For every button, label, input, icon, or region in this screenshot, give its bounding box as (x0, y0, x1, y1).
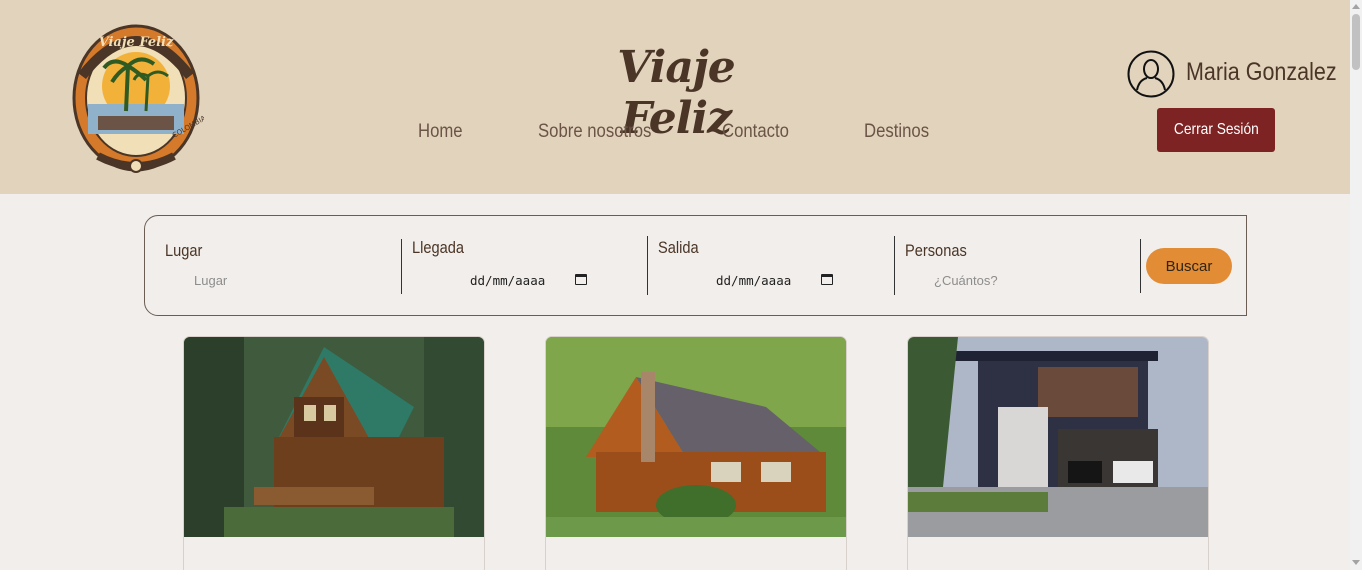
llegada-label: Llegada (412, 238, 465, 257)
scrollbar-thumb[interactable] (1352, 14, 1360, 70)
search-bar: Lugar Lugar Llegada dd/mm/aaaa Salida dd… (144, 215, 1247, 316)
calendar-icon[interactable] (575, 274, 587, 285)
personas-label: Personas (905, 241, 967, 260)
salida-label: Salida (658, 238, 699, 257)
llegada-date-input[interactable]: dd/mm/aaaa (470, 273, 545, 288)
personas-field[interactable]: Personas ¿Cuántos? (895, 216, 1139, 315)
user-name: Maria Gonzalez (1186, 58, 1337, 86)
main-nav: Home Sobre nosotros Contacto Destinos (0, 121, 1350, 151)
site-header: Viaje Feliz COLOMBIA Viaje Feliz Home So… (0, 0, 1350, 194)
user-avatar-icon[interactable] (1127, 50, 1175, 98)
logout-button-label: Cerrar Sesión (1173, 121, 1259, 138)
scroll-down-arrow-icon[interactable] (1352, 560, 1360, 565)
property-card[interactable] (907, 336, 1209, 570)
scroll-up-arrow-icon[interactable] (1352, 4, 1360, 9)
lugar-input[interactable]: Lugar (194, 273, 227, 288)
svg-text:Viaje Feliz: Viaje Feliz (99, 35, 174, 50)
nav-sobre-nosotros[interactable]: Sobre nosotros (538, 121, 651, 143)
lugar-field[interactable]: Lugar Lugar (145, 216, 401, 315)
nav-home[interactable]: Home (418, 121, 463, 143)
wooden-house-image[interactable] (546, 337, 847, 537)
logout-button[interactable]: Cerrar Sesión (1157, 108, 1275, 152)
log-cabin-image[interactable] (184, 337, 485, 537)
llegada-field[interactable]: Llegada dd/mm/aaaa (402, 216, 647, 315)
page-scrollbar[interactable] (1350, 0, 1362, 570)
divider (1140, 239, 1141, 293)
search-button[interactable]: Buscar (1146, 248, 1232, 284)
viaje-feliz-logo[interactable]: Viaje Feliz COLOMBIA (68, 16, 204, 176)
calendar-icon[interactable] (821, 274, 833, 285)
nav-destinos[interactable]: Destinos (864, 121, 929, 143)
modern-house-image[interactable] (908, 337, 1209, 537)
nav-contacto[interactable]: Contacto (722, 121, 789, 143)
lugar-label: Lugar (165, 241, 203, 260)
property-card[interactable] (183, 336, 485, 570)
personas-input[interactable]: ¿Cuántos? (934, 273, 998, 288)
property-card[interactable] (545, 336, 847, 570)
salida-field[interactable]: Salida dd/mm/aaaa (648, 216, 894, 315)
salida-date-input[interactable]: dd/mm/aaaa (716, 273, 791, 288)
